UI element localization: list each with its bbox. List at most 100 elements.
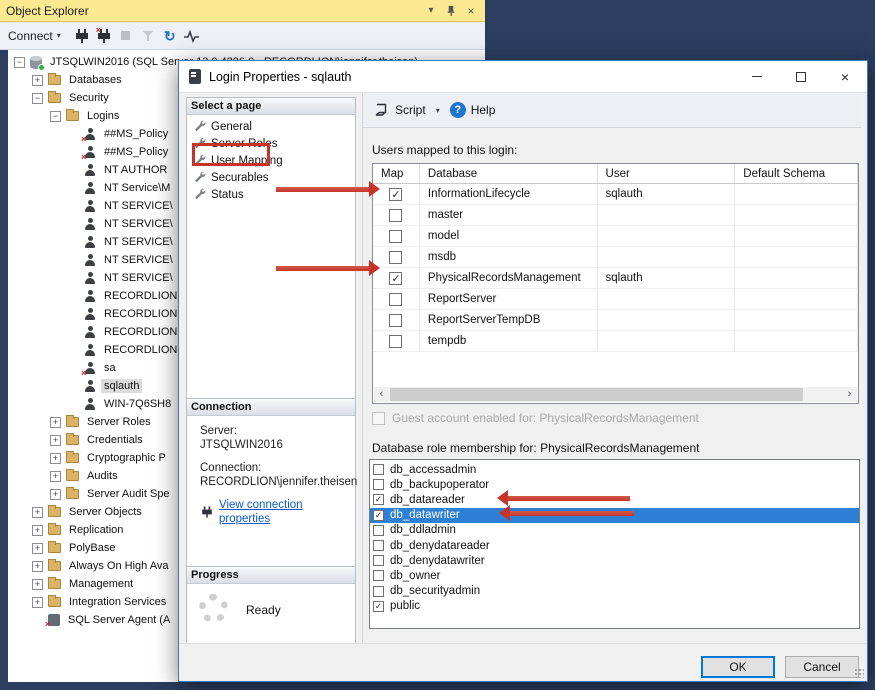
filter-icon[interactable]	[137, 25, 159, 47]
server-icon	[30, 56, 42, 69]
minimize-button[interactable]	[735, 61, 779, 92]
page-item-server-roles[interactable]: Server Roles	[187, 136, 355, 152]
role-label: db_denydatawriter	[390, 555, 485, 567]
role-checkbox[interactable]	[373, 540, 384, 551]
role-checkbox[interactable]	[373, 494, 384, 505]
table-row-msdb: msdb	[373, 247, 858, 268]
help-icon	[450, 102, 466, 118]
folder-icon	[48, 543, 61, 553]
connect-plug-icon[interactable]	[71, 25, 93, 47]
close-button[interactable]: ×	[823, 61, 867, 92]
role-row-db-datareader[interactable]: db_datareader	[370, 492, 859, 507]
cancel-button[interactable]: Cancel	[785, 656, 859, 678]
help-button[interactable]: Help	[471, 103, 496, 117]
activity-monitor-icon[interactable]	[181, 25, 203, 47]
map-checkbox[interactable]	[389, 251, 402, 264]
stop-icon[interactable]	[115, 25, 137, 47]
map-checkbox[interactable]	[389, 293, 402, 306]
page-item-label: Securables	[211, 172, 269, 184]
map-checkbox[interactable]	[389, 335, 402, 348]
folder-icon	[66, 435, 79, 445]
role-row-db-owner[interactable]: db_owner	[370, 568, 859, 583]
table-row-master: master	[373, 205, 858, 226]
column-header-user: User	[598, 164, 736, 183]
scroll-right-arrow-icon[interactable]: ›	[842, 387, 857, 402]
role-checkbox[interactable]	[373, 555, 384, 566]
role-row-db-datawriter[interactable]: db_datawriter	[370, 508, 859, 523]
tree-expander-icon[interactable]	[50, 435, 61, 446]
database-roles-list: db_accessadmindb_backupoperatordb_datare…	[369, 459, 860, 629]
folder-icon	[48, 561, 61, 571]
tree-expander-icon[interactable]	[50, 489, 61, 500]
script-dropdown-caret-icon[interactable]: ▾	[436, 106, 440, 115]
tree-expander-icon[interactable]	[32, 579, 43, 590]
window-menu-caret-icon[interactable]: ▾	[423, 3, 439, 19]
role-checkbox[interactable]	[373, 464, 384, 475]
page-item-securables[interactable]: Securables	[187, 170, 355, 186]
view-connection-properties-link[interactable]: View connection properties	[219, 498, 355, 526]
role-checkbox[interactable]	[373, 570, 384, 581]
tree-expander-icon[interactable]	[32, 543, 43, 554]
database-cell: InformationLifecycle	[420, 184, 598, 204]
user-icon	[84, 272, 96, 285]
role-row-db-accessadmin[interactable]: db_accessadmin	[370, 462, 859, 477]
role-row-db-denydatareader[interactable]: db_denydatareader	[370, 538, 859, 553]
tree-expander-icon[interactable]	[32, 525, 43, 536]
disconnect-plug-icon[interactable]: ×	[93, 25, 115, 47]
role-row-db-backupoperator[interactable]: db_backupoperator	[370, 477, 859, 492]
tree-expander-icon[interactable]	[50, 471, 61, 482]
tree-expander-icon[interactable]	[14, 57, 25, 68]
role-checkbox[interactable]	[373, 525, 384, 536]
connect-button[interactable]: Connect ▾	[8, 29, 61, 43]
database-cell: tempdb	[420, 331, 598, 351]
database-cell: master	[420, 205, 598, 225]
tree-expander-icon[interactable]	[50, 111, 61, 122]
pin-icon[interactable]	[443, 3, 459, 19]
tree-expander-icon[interactable]	[50, 453, 61, 464]
role-checkbox[interactable]	[373, 510, 384, 521]
close-icon[interactable]: ×	[463, 3, 479, 19]
tree-expander-icon[interactable]	[32, 597, 43, 608]
resize-grip[interactable]	[854, 668, 864, 678]
page-item-general[interactable]: General	[187, 119, 355, 135]
map-checkbox[interactable]	[389, 314, 402, 327]
tree-item-label: Server Audit Spe	[84, 487, 173, 501]
role-checkbox[interactable]	[373, 586, 384, 597]
user-icon	[84, 164, 96, 177]
role-checkbox[interactable]	[373, 479, 384, 490]
server-value: JTSQLWIN2016	[200, 438, 355, 452]
tree-expander-icon[interactable]	[50, 417, 61, 428]
user-icon	[84, 344, 96, 357]
dialog-toolbar: Script ▾ Help	[363, 93, 861, 128]
map-checkbox[interactable]	[389, 230, 402, 243]
tree-expander-icon[interactable]	[32, 75, 43, 86]
script-button[interactable]: Script	[395, 103, 426, 117]
role-row-db-securityadmin[interactable]: db_securityadmin	[370, 584, 859, 599]
tree-expander-icon[interactable]	[32, 561, 43, 572]
map-checkbox[interactable]	[389, 272, 402, 285]
user-icon	[84, 308, 96, 321]
default-schema-cell	[735, 247, 858, 267]
user-mapping-page: Script ▾ Help Users mapped to this login…	[362, 93, 861, 645]
role-checkbox[interactable]	[373, 601, 384, 612]
refresh-icon[interactable]: ↻	[159, 25, 181, 47]
horizontal-scrollbar[interactable]: ‹ ›	[374, 387, 857, 402]
tree-item-label: Always On High Ava	[66, 559, 171, 573]
tree-expander-icon[interactable]	[32, 507, 43, 518]
ok-button[interactable]: OK	[701, 656, 775, 678]
map-checkbox[interactable]	[389, 209, 402, 222]
role-row-db-denydatawriter[interactable]: db_denydatawriter	[370, 553, 859, 568]
database-cell: ReportServerTempDB	[420, 310, 598, 330]
scrollbar-thumb[interactable]	[390, 388, 803, 401]
role-row-public[interactable]: public	[370, 599, 859, 614]
tree-expander-icon[interactable]	[32, 93, 43, 104]
page-item-status[interactable]: Status	[187, 187, 355, 203]
role-row-db-ddladmin[interactable]: db_ddladmin	[370, 523, 859, 538]
page-item-user-mapping[interactable]: User Mapping	[187, 153, 355, 169]
scroll-left-arrow-icon[interactable]: ‹	[374, 387, 389, 402]
user-icon	[84, 200, 96, 213]
default-schema-cell	[735, 184, 858, 204]
maximize-button[interactable]	[779, 61, 823, 92]
map-checkbox[interactable]	[389, 188, 402, 201]
progress-status: Ready	[246, 603, 281, 617]
